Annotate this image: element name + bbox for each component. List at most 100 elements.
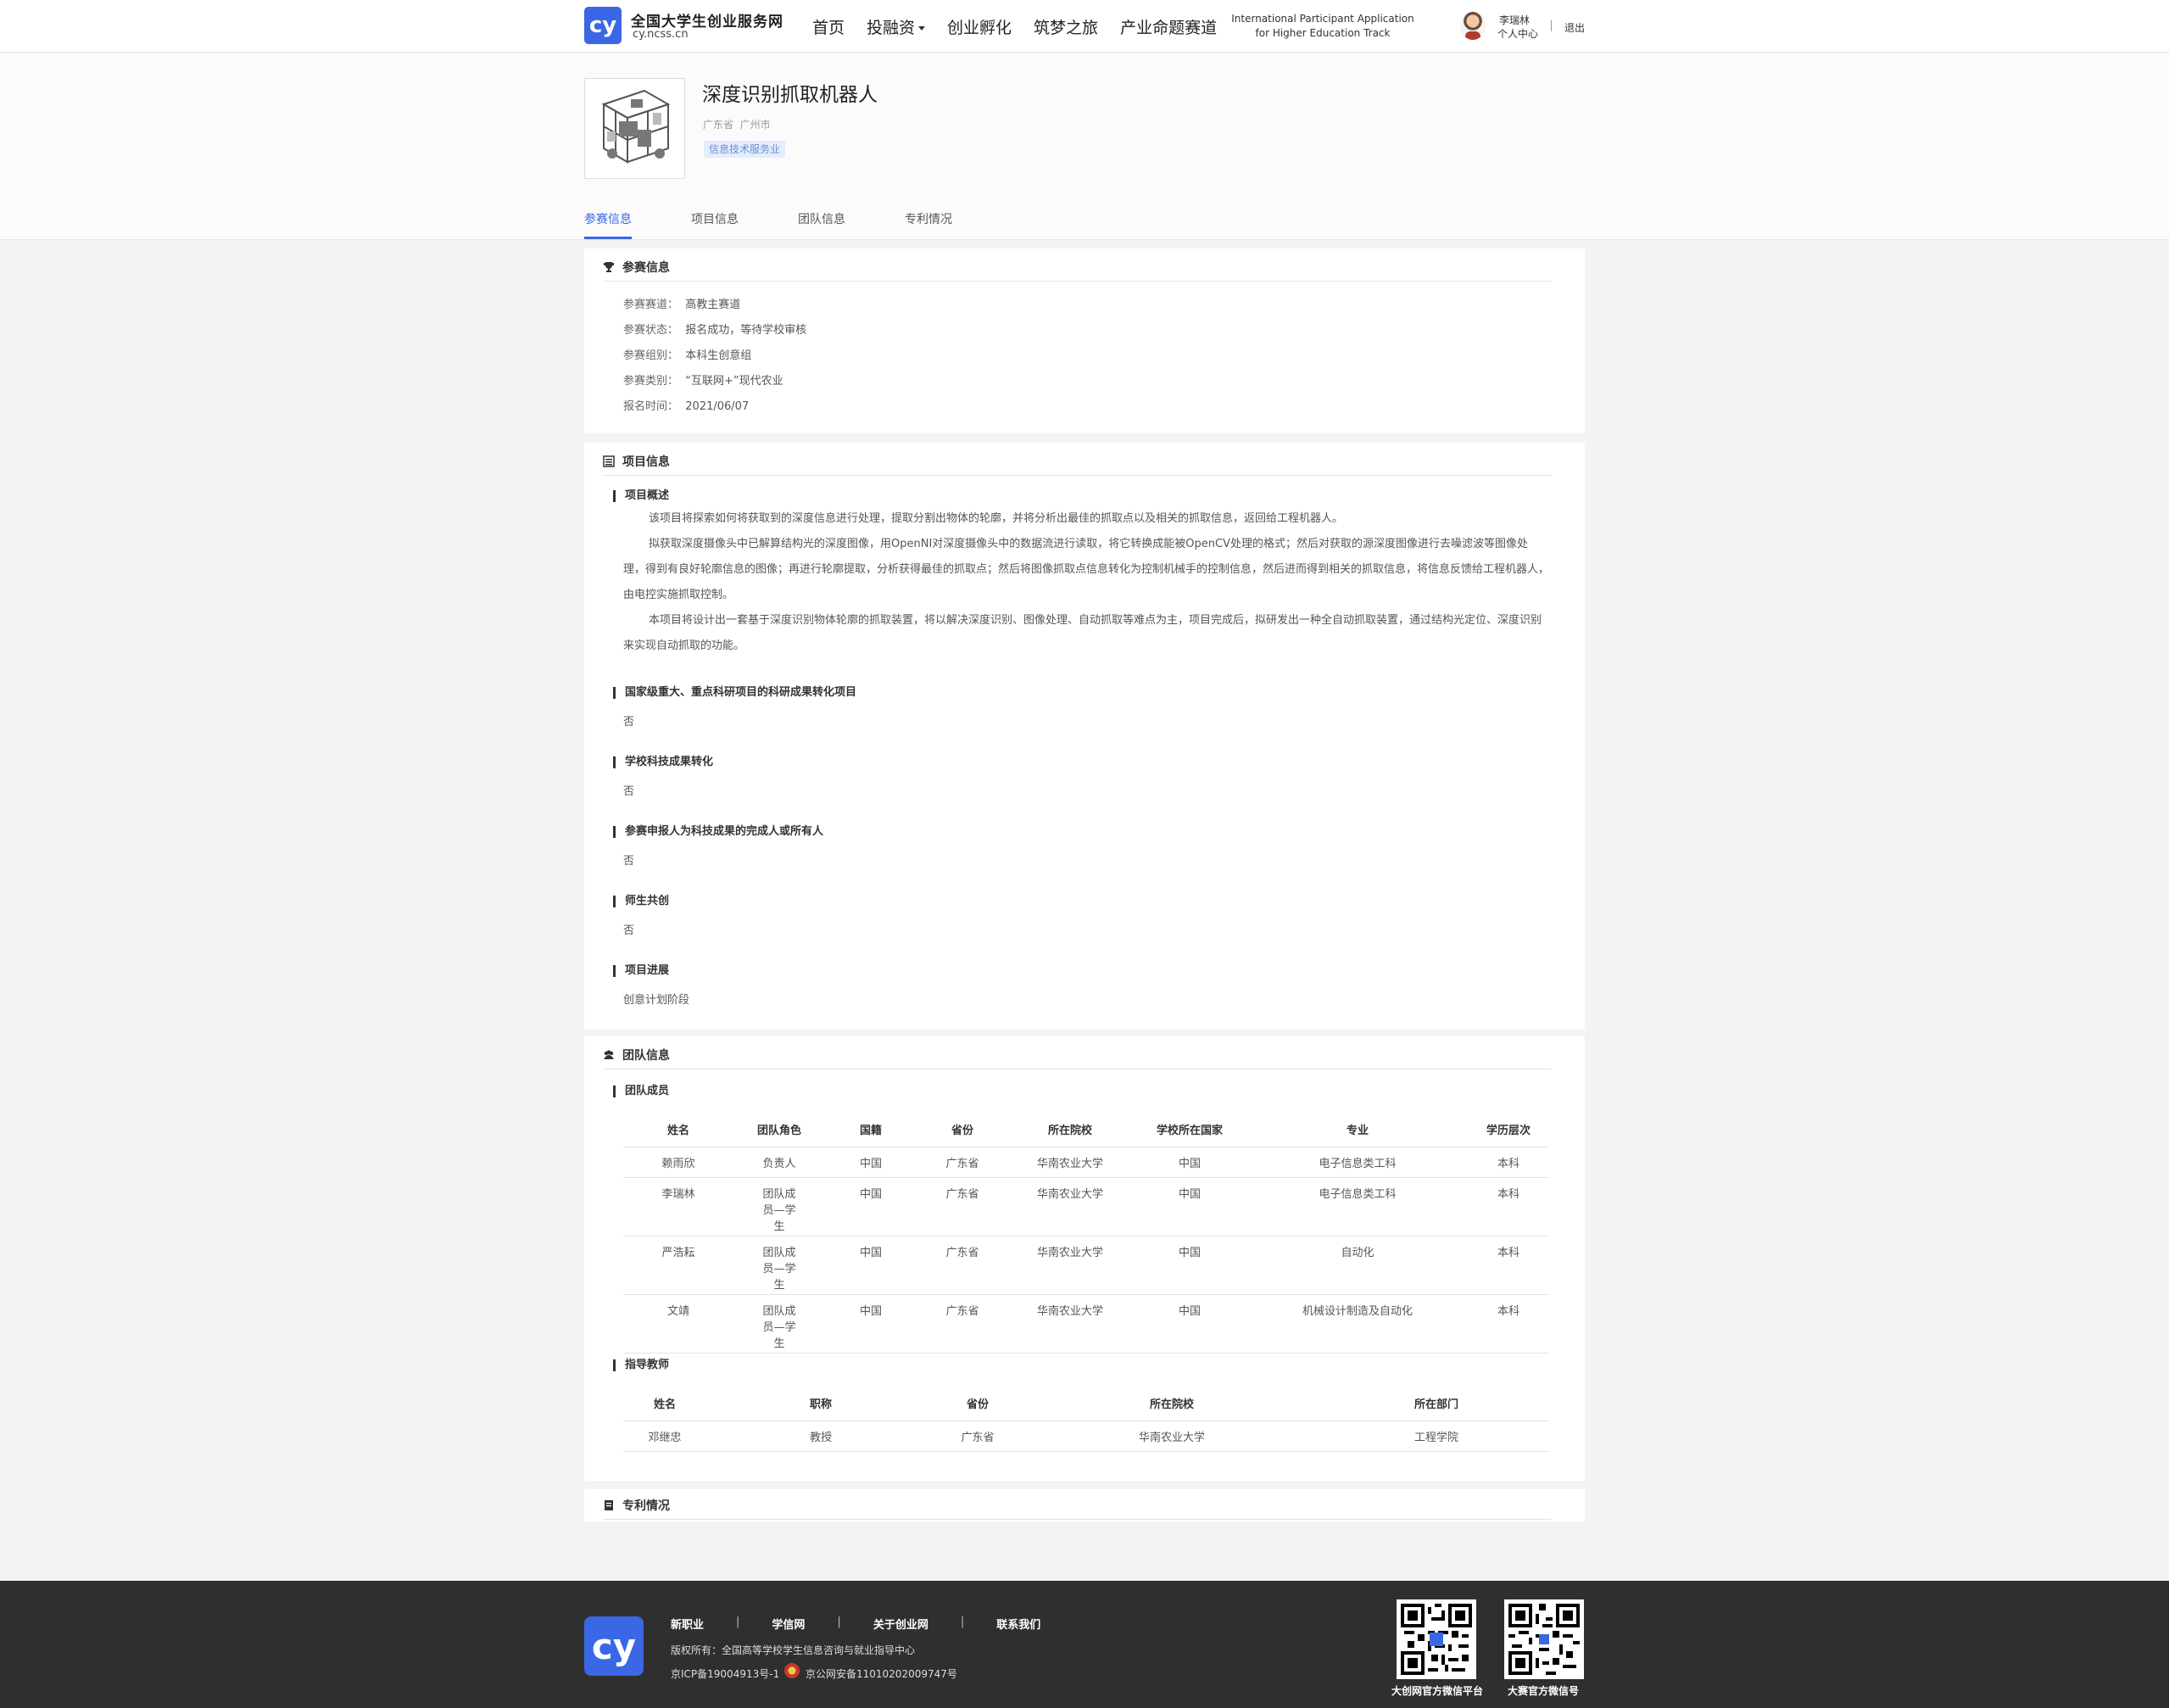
cell: 华南农业大学 [1008, 1294, 1132, 1354]
overview-heading: 项目概述 [613, 490, 669, 502]
entry-track: 参赛赛道： 高教主赛道 [623, 295, 740, 311]
entry-track-value: 高教主赛道 [685, 299, 741, 311]
advisor-heading: 指导教师 [613, 1359, 669, 1371]
entry-group: 参赛组别： 本科生创意组 [623, 346, 751, 362]
overview-paragraph-3: 本项目将设计出一套基于深度识别物体轮廓的抓取装置，将以解决深度识别、图像处理、自… [623, 614, 1542, 652]
cell: 华南农业大学 [1020, 1421, 1324, 1452]
trophy-icon [604, 262, 614, 272]
cell: 广东省 [917, 1236, 1008, 1295]
entry-info-heading: 参赛信息 [603, 259, 670, 276]
col-department: 所在部门 [1324, 1387, 1549, 1421]
patent-heading: 专利情况 [603, 1497, 670, 1514]
cell: 本科 [1468, 1177, 1549, 1236]
col-school: 所在院校 [1008, 1113, 1132, 1147]
cell: 赖雨欣 [623, 1147, 733, 1178]
progress-heading: 项目进展 [613, 965, 669, 977]
footer-link-contact[interactable]: 联系我们 [996, 1616, 1040, 1632]
school-transfer-heading: 学校科技成果转化 [613, 756, 713, 768]
footer-link-new-career[interactable]: 新职业 [671, 1616, 704, 1632]
user-center-link[interactable]: 个人中心 [1497, 26, 1538, 41]
cell: 文靖 [623, 1294, 733, 1354]
col-title: 职称 [706, 1387, 935, 1421]
entry-category: 参赛类别： “互联网+”现代农业 [623, 371, 783, 388]
cell: 工程学院 [1324, 1421, 1549, 1452]
cell: 电子信息类工科 [1247, 1147, 1468, 1178]
col-school: 所在院校 [1020, 1387, 1324, 1421]
qr-code-contest-wechat [1504, 1599, 1584, 1679]
project-location: 广东省 广州市 [703, 117, 771, 131]
qr-caption-contest-wechat: 大赛官方微信号 [1508, 1685, 1580, 1697]
footer-link-chsi[interactable]: 学信网 [772, 1616, 805, 1632]
cell: 邓继忠 [623, 1421, 706, 1452]
overview-text: 该项目将探索如何将获取到的深度信息进行处理，提取分割出物体的轮廓，并将分析出最佳… [623, 506, 1549, 659]
cell: 负责人 [733, 1147, 825, 1178]
cell: 中国 [1132, 1177, 1247, 1236]
nav-dream-journey[interactable]: 筑梦之旅 [1034, 15, 1098, 38]
header-divider [1551, 20, 1552, 31]
progress-value: 创意计划阶段 [623, 994, 690, 1007]
nav-incubation[interactable]: 创业孵化 [947, 15, 1012, 38]
logout-link[interactable]: 退出 [1564, 20, 1585, 35]
tab-team-info[interactable]: 团队信息 [798, 210, 845, 239]
table-row: 文靖 团队成员—学生 中国 广东省 华南农业大学 中国 机械设计制造及自动化 本… [623, 1294, 1549, 1354]
main-nav: 首页 投融资 创业孵化 筑梦之旅 产业命题赛道 [812, 15, 1239, 38]
divider [603, 281, 1551, 282]
site-url: cy.ncss.cn [633, 28, 689, 41]
cell: 李瑞林 [623, 1177, 733, 1236]
advisor-table: 姓名 职称 省份 所在院校 所在部门 邓继忠 教授 广东省 华南农业大学 工程学… [623, 1387, 1549, 1452]
qr-code-icon [1508, 1604, 1580, 1675]
entry-category-label: 参赛类别： [623, 375, 679, 388]
cell: 中国 [1132, 1236, 1247, 1295]
project-tabs: 参赛信息 项目信息 团队信息 专利情况 [584, 210, 1012, 239]
col-school-country: 学校所在国家 [1132, 1113, 1247, 1147]
entry-info-title: 参赛信息 [622, 261, 670, 275]
table-row: 李瑞林 团队成员—学生 中国 广东省 华南农业大学 中国 电子信息类工科 本科 [623, 1177, 1549, 1236]
team-members-heading: 团队成员 [613, 1086, 669, 1097]
cell: 教授 [706, 1421, 935, 1452]
tab-patent-info[interactable]: 专利情况 [905, 210, 952, 239]
project-info-title: 项目信息 [622, 455, 670, 469]
team-members-table: 姓名 团队角色 国籍 省份 所在院校 学校所在国家 专业 学历层次 赖雨欣 负责… [623, 1113, 1549, 1354]
cell: 广东省 [935, 1421, 1020, 1452]
tab-project-info[interactable]: 项目信息 [691, 210, 739, 239]
list-icon [603, 455, 615, 467]
team-info-panel: 团队信息 团队成员 姓名 团队角色 国籍 省份 所在院校 学校所在国家 专业 学… [584, 1036, 1585, 1481]
cell: 电子信息类工科 [1247, 1177, 1468, 1236]
cell: 广东省 [917, 1294, 1008, 1354]
qr-code-wechat-platform [1397, 1599, 1476, 1679]
applicant-owner-value: 否 [623, 855, 635, 868]
footer-police-record[interactable]: 京公网安备11010202009747号 [806, 1666, 957, 1681]
cell: 中国 [825, 1147, 917, 1178]
nav-home[interactable]: 首页 [812, 15, 845, 38]
nav-investment[interactable]: 投融资 [867, 15, 926, 38]
avatar[interactable] [1460, 11, 1486, 40]
teacher-student-value: 否 [623, 924, 635, 937]
footer-link-about[interactable]: 关于创业网 [873, 1616, 928, 1632]
cell: 团队成员—学生 [733, 1236, 825, 1295]
patent-panel: 专利情况 [584, 1489, 1585, 1521]
qr-caption-wechat-platform: 大创网官方微信平台 [1391, 1685, 1484, 1697]
cell: 华南农业大学 [1008, 1177, 1132, 1236]
entry-status-value: 报名成功，等待学校审核 [685, 324, 807, 337]
overview-paragraph-1: 该项目将探索如何将获取到的深度信息进行处理，提取分割出物体的轮廓，并将分析出最佳… [649, 512, 1344, 525]
user-name[interactable]: 李瑞林 [1499, 13, 1530, 27]
col-role: 团队角色 [733, 1113, 825, 1147]
cell: 团队成员—学生 [733, 1294, 825, 1354]
document-icon [605, 1500, 613, 1510]
col-degree: 学历层次 [1468, 1113, 1549, 1147]
tab-entry-info[interactable]: 参赛信息 [584, 210, 632, 239]
entry-group-label: 参赛组别： [623, 349, 679, 362]
entry-category-value: “互联网+”现代农业 [685, 375, 783, 388]
cell: 广东省 [917, 1177, 1008, 1236]
footer-icp[interactable]: 京ICP备19004913号-1 [671, 1666, 779, 1681]
entry-date: 报名时间： 2021/06/07 [623, 397, 749, 413]
nav-industry-track[interactable]: 产业命题赛道 [1120, 15, 1217, 38]
intl-line-2: for Higher Education Track [1255, 27, 1391, 39]
entry-status-label: 参赛状态： [623, 324, 679, 337]
cell: 本科 [1468, 1147, 1549, 1178]
site-logo[interactable]: cy [584, 7, 622, 44]
cell: 中国 [825, 1294, 917, 1354]
research-transfer-value: 否 [623, 716, 635, 728]
international-application-link[interactable]: International Participant Application fo… [1221, 12, 1425, 41]
entry-track-label: 参赛赛道： [623, 299, 679, 311]
